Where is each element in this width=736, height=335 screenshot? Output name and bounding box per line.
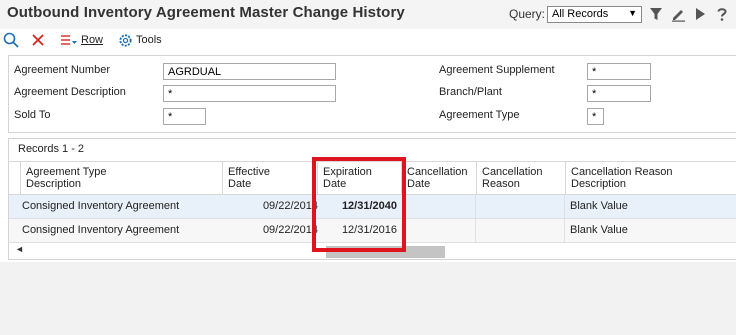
- branch-plant-label: Branch/Plant: [439, 86, 502, 98]
- records-count: Records 1 - 2: [18, 143, 85, 155]
- title-bar: Outbound Inventory Agreement Master Chan…: [0, 0, 736, 29]
- agreement-number-label: Agreement Number: [14, 64, 110, 76]
- row-menu-icon: [61, 35, 77, 45]
- query-select[interactable]: All Records ▼: [547, 6, 642, 23]
- column-divider: [475, 195, 476, 219]
- empty-area: [0, 262, 736, 335]
- agreement-type-input[interactable]: [587, 108, 604, 125]
- find-button[interactable]: [3, 29, 19, 51]
- column-header-agreement-type[interactable]: Agreement Type Description: [20, 162, 226, 195]
- cell-agreement-type: Consigned Inventory Agreement: [22, 224, 180, 236]
- cell-effective-date: 09/22/2014: [262, 224, 318, 236]
- agreement-supplement-input[interactable]: [587, 63, 651, 80]
- cell-agreement-type: Consigned Inventory Agreement: [22, 200, 180, 212]
- close-icon: [32, 34, 44, 46]
- row-menu-label: Row: [81, 34, 104, 46]
- tools-menu-label: Tools: [136, 34, 162, 46]
- chevron-down-icon: ▼: [628, 8, 637, 18]
- sold-to-input[interactable]: [163, 108, 206, 125]
- column-header-cancellation-reason-description[interactable]: Cancellation Reason Description: [565, 162, 736, 195]
- query-select-value: All Records: [552, 8, 609, 20]
- agreement-type-label: Agreement Type: [439, 109, 520, 121]
- agreement-supplement-label: Agreement Supplement: [439, 64, 555, 76]
- sold-to-label: Sold To: [14, 109, 51, 121]
- column-divider: [475, 219, 476, 243]
- row-menu-button[interactable]: Row: [60, 29, 103, 51]
- cell-effective-date: 09/22/2014: [262, 200, 318, 212]
- column-divider: [564, 195, 565, 219]
- play-icon[interactable]: [692, 5, 708, 23]
- column-divider: [564, 219, 565, 243]
- help-icon[interactable]: [714, 5, 730, 23]
- agreement-number-input[interactable]: [163, 63, 336, 80]
- edit-icon[interactable]: [670, 5, 686, 23]
- action-toolbar: Row Tools: [0, 29, 736, 51]
- agreement-description-label: Agreement Description: [14, 86, 126, 98]
- scroll-left-arrow-icon[interactable]: ◄: [15, 244, 24, 254]
- tools-menu-button[interactable]: Tools: [118, 29, 162, 51]
- cell-cancellation-reason-description: Blank Value: [570, 224, 628, 236]
- expiration-date-highlight: [312, 157, 406, 252]
- search-icon: [3, 32, 19, 48]
- filter-form: Agreement Number Agreement Description S…: [8, 55, 736, 133]
- cell-cancellation-reason-description: Blank Value: [570, 200, 628, 212]
- column-header-effective-date[interactable]: Effective Date: [222, 162, 317, 195]
- filter-icon[interactable]: [648, 5, 664, 23]
- query-label: Query:: [509, 7, 546, 21]
- page-title: Outbound Inventory Agreement Master Chan…: [7, 4, 405, 21]
- close-button[interactable]: [31, 29, 45, 51]
- branch-plant-input[interactable]: [587, 85, 651, 102]
- agreement-description-input[interactable]: [163, 85, 336, 102]
- column-header-cancellation-reason[interactable]: Cancellation Reason: [476, 162, 565, 195]
- column-header-cancellation-date[interactable]: Cancellation Date: [401, 162, 476, 195]
- tools-gear-icon: [119, 33, 132, 47]
